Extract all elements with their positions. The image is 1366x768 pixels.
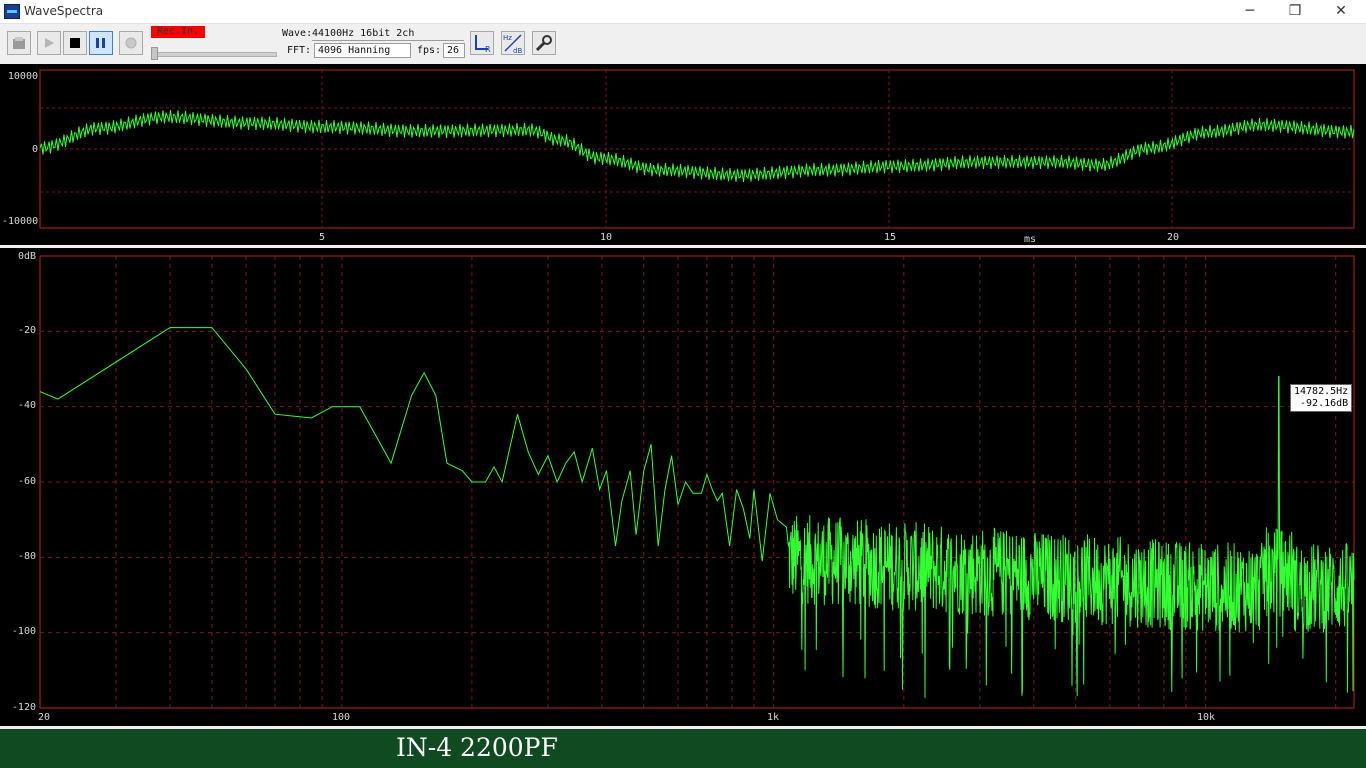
- wave-x-tick-15: 15: [884, 232, 897, 243]
- spec-y-tick-40: -40: [17, 400, 36, 411]
- slider-thumb[interactable]: [151, 47, 158, 60]
- spec-x-tick-1k: 1k: [767, 712, 780, 723]
- wave-x-tick-20: 20: [1167, 232, 1180, 243]
- fft-label: FFT:: [287, 45, 312, 56]
- restore-button[interactable]: ❐: [1272, 0, 1318, 23]
- open-file-button[interactable]: [7, 31, 31, 55]
- wave-format-field: 44100Hz 16bit 2ch: [312, 28, 415, 39]
- svg-text:dB: dB: [513, 47, 522, 54]
- wrench-icon: [535, 35, 552, 52]
- toolbar: Rec.In. Wave: 44100Hz 16bit 2ch FFT: 409…: [0, 23, 1366, 64]
- window-title: WaveSpectra: [24, 4, 104, 18]
- record-icon: [125, 37, 137, 49]
- spec-y-tick-120: -120: [11, 702, 36, 713]
- wave-x-tick-10: 10: [600, 232, 613, 243]
- wave-y-tick-top: 10000: [7, 71, 38, 82]
- stop-icon: [70, 38, 80, 48]
- caption-text: IN-4 2200PF: [396, 733, 558, 762]
- play-button[interactable]: [37, 31, 61, 55]
- stop-button[interactable]: [63, 31, 87, 55]
- spec-y-tick-80: -80: [17, 551, 36, 562]
- title-bar: WaveSpectra ─ ❐ ✕: [0, 0, 1366, 23]
- wave-x-unit: ms: [1024, 234, 1037, 245]
- app-icon: [4, 4, 20, 19]
- open-file-icon: [13, 37, 25, 49]
- channel-lr-icon: R: [475, 35, 491, 53]
- waveform-panel: 10000 0 -10000 5 10 15 20 ms: [0, 64, 1366, 245]
- waveform-plot: [39, 69, 1355, 229]
- peak-level: -92.16dB: [1300, 398, 1349, 409]
- close-button[interactable]: ✕: [1318, 0, 1364, 23]
- wave-y-tick-bottom: -10000: [2, 216, 39, 227]
- spec-x-tick-10k: 10k: [1197, 712, 1216, 723]
- hz-db-icon: Hz dB: [503, 34, 522, 54]
- svg-text:R: R: [485, 45, 491, 53]
- wave-label: Wave:: [282, 28, 313, 39]
- spec-x-tick-20: 20: [38, 712, 51, 723]
- spec-y-tick-60: -60: [17, 476, 36, 487]
- input-level-slider[interactable]: [151, 52, 277, 57]
- spec-x-tick-100: 100: [332, 712, 351, 723]
- settings-button[interactable]: [532, 31, 556, 55]
- spec-y-tick-0: 0dB: [17, 251, 36, 262]
- peak-frequency: 14782.5Hz: [1294, 386, 1349, 397]
- spec-y-tick-20: -20: [17, 325, 36, 336]
- record-button[interactable]: [119, 31, 143, 55]
- fps-field: 26: [443, 43, 465, 58]
- svg-text:Hz: Hz: [503, 34, 512, 42]
- spectrum-panel: 0dB -20 -40 -60 -80 -100 -120 20 100 1k …: [0, 248, 1366, 726]
- peak-tooltip: 14782.5Hz -92.16dB: [1290, 384, 1353, 412]
- minimize-button[interactable]: ─: [1227, 0, 1273, 23]
- channel-lr-button[interactable]: R: [470, 31, 494, 55]
- hz-db-button[interactable]: Hz dB: [501, 31, 525, 55]
- pause-button[interactable]: [89, 31, 113, 55]
- rec-input-label: Rec.In.: [151, 26, 206, 38]
- play-icon: [45, 38, 54, 48]
- caption-bar: IN-4 2200PF: [0, 729, 1366, 768]
- spec-y-tick-100: -100: [11, 626, 36, 637]
- wave-field-underline: [312, 40, 464, 41]
- spectrum-plot: [39, 255, 1355, 709]
- fft-select[interactable]: 4096 Hanning: [314, 43, 411, 58]
- pause-icon: [96, 38, 105, 48]
- wave-x-tick-5: 5: [319, 232, 326, 243]
- fps-label: fps:: [417, 45, 442, 56]
- wave-y-tick-zero: 0: [31, 144, 38, 155]
